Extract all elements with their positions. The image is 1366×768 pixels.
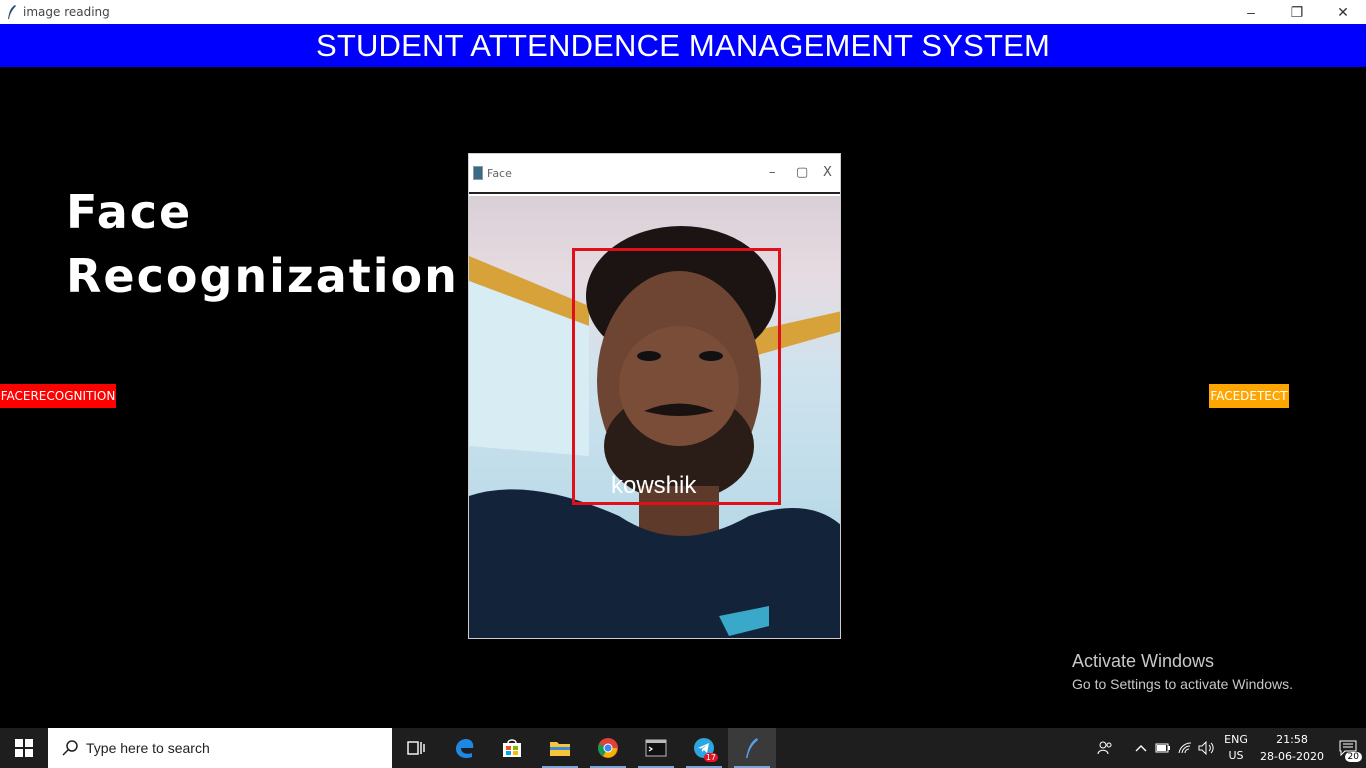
restore-button[interactable]: ❐ bbox=[1274, 0, 1320, 24]
edge-icon bbox=[456, 739, 474, 759]
store-icon bbox=[503, 739, 521, 757]
task-view-button[interactable] bbox=[392, 728, 440, 768]
feather-icon bbox=[4, 4, 20, 20]
window-titlebar: image reading – ❐ ✕ bbox=[0, 0, 1366, 24]
feather-icon bbox=[746, 738, 758, 758]
start-button[interactable] bbox=[0, 728, 48, 768]
region-code: US bbox=[1228, 749, 1244, 762]
face-window-title: Face bbox=[487, 166, 512, 180]
face-window-minimize-button[interactable]: – bbox=[769, 165, 776, 180]
chrome-icon bbox=[598, 738, 618, 758]
face-window-close-button[interactable]: X bbox=[823, 165, 832, 180]
taskbar-store[interactable] bbox=[488, 728, 536, 768]
wifi-icon[interactable] bbox=[1174, 728, 1196, 768]
taskbar-telegram[interactable]: 17 bbox=[680, 728, 728, 768]
window-controls: – ❐ ✕ bbox=[1228, 0, 1366, 24]
notification-count-badge: 20 bbox=[1344, 752, 1362, 762]
battery-icon[interactable] bbox=[1152, 728, 1174, 768]
folder-icon bbox=[550, 742, 570, 756]
face-window-titlebar: Face – ▢ X bbox=[469, 154, 840, 194]
language-code: ENG bbox=[1224, 733, 1248, 746]
face-window-maximize-button[interactable]: ▢ bbox=[796, 165, 808, 180]
page-headline: Face Recognization bbox=[66, 180, 459, 308]
system-tray: ENG US 21:58 28-06-2020 20 bbox=[1094, 728, 1366, 768]
activate-windows-watermark: Activate Windows Go to Settings to activ… bbox=[1072, 651, 1293, 692]
face-bounding-box bbox=[572, 248, 781, 505]
taskbar: Type here to search 17 ENG US 21:58 28-0… bbox=[0, 728, 1366, 768]
chevron-up-icon[interactable] bbox=[1130, 728, 1152, 768]
minimize-button[interactable]: – bbox=[1228, 0, 1274, 24]
search-placeholder: Type here to search bbox=[86, 740, 210, 756]
taskbar-terminal[interactable] bbox=[632, 728, 680, 768]
action-center-button[interactable]: 20 bbox=[1330, 728, 1366, 768]
clock-time: 21:58 bbox=[1276, 733, 1308, 746]
face-window: Face – ▢ X kowshik bbox=[468, 153, 841, 639]
windows-logo-icon bbox=[15, 739, 33, 757]
search-icon bbox=[62, 740, 78, 756]
activate-windows-title: Activate Windows bbox=[1072, 651, 1215, 671]
taskbar-edge[interactable] bbox=[440, 728, 488, 768]
face-detect-button[interactable]: FACEDETECT bbox=[1209, 384, 1289, 408]
telegram-unread-badge: 17 bbox=[703, 753, 718, 762]
window-title: image reading bbox=[23, 5, 110, 19]
camera-frame: kowshik bbox=[469, 196, 840, 638]
taskbar-chrome[interactable] bbox=[584, 728, 632, 768]
input-language-indicator[interactable]: ENG US bbox=[1218, 732, 1254, 764]
face-recognition-button[interactable]: FACERECOGNITION bbox=[0, 384, 116, 408]
volume-icon[interactable] bbox=[1196, 728, 1218, 768]
task-view-icon bbox=[407, 741, 425, 755]
header-banner: STUDENT ATTENDENCE MANAGEMENT SYSTEM bbox=[0, 24, 1366, 67]
taskbar-search-box[interactable]: Type here to search bbox=[48, 728, 392, 768]
terminal-icon bbox=[645, 739, 667, 757]
taskbar-file-explorer[interactable] bbox=[536, 728, 584, 768]
headline-line-2: Recognization bbox=[66, 249, 459, 303]
close-button[interactable]: ✕ bbox=[1320, 0, 1366, 24]
clock-date: 28-06-2020 bbox=[1260, 750, 1324, 763]
activate-windows-subtitle: Go to Settings to activate Windows. bbox=[1072, 676, 1293, 692]
headline-line-1: Face bbox=[66, 185, 193, 239]
recognized-name-label: kowshik bbox=[611, 472, 697, 499]
taskbar-python-app[interactable] bbox=[728, 728, 776, 768]
people-icon[interactable] bbox=[1094, 728, 1116, 768]
taskbar-clock[interactable]: 21:58 28-06-2020 bbox=[1254, 731, 1330, 765]
opencv-window-icon bbox=[473, 166, 483, 180]
